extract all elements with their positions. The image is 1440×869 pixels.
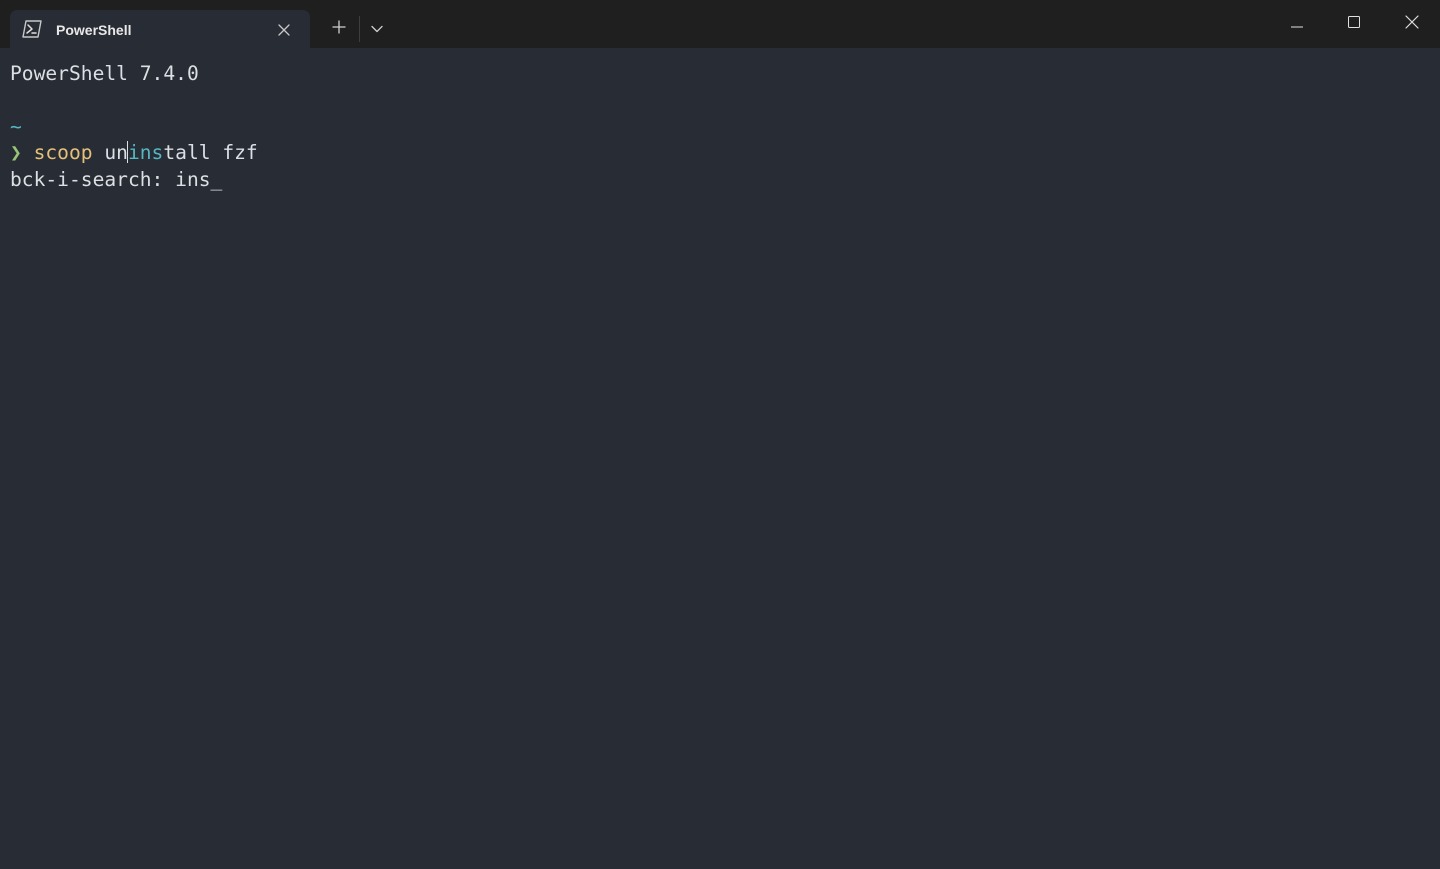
plus-icon xyxy=(332,19,346,39)
command-rest: fzf xyxy=(210,141,258,164)
prompt-path: ~ xyxy=(10,115,22,138)
chevron-down-icon xyxy=(371,20,383,38)
powershell-icon xyxy=(22,20,42,38)
terminal-window: PowerShell PowerShell 7.4.0 ~ ❯ scoop un… xyxy=(0,0,1440,869)
command-name: scoop xyxy=(33,141,93,164)
arg-before-match: un xyxy=(104,141,128,164)
new-tab-button[interactable] xyxy=(322,13,356,45)
maximize-icon xyxy=(1347,15,1360,33)
close-tab-icon[interactable] xyxy=(274,20,294,40)
minimize-icon xyxy=(1290,15,1303,33)
search-match: ins xyxy=(127,141,164,164)
close-window-button[interactable] xyxy=(1383,0,1440,48)
title-bar: PowerShell xyxy=(0,0,1440,48)
command-line[interactable]: ❯ scoop uninstall fzf xyxy=(10,140,258,166)
close-icon xyxy=(1404,14,1419,34)
tab-title: PowerShell xyxy=(56,22,132,38)
minimize-button[interactable] xyxy=(1268,0,1325,48)
search-line: bck-i-search: ins_ xyxy=(10,168,223,191)
terminal-output[interactable]: PowerShell 7.4.0 ~ ❯ scoop uninstall fzf… xyxy=(0,48,1440,869)
maximize-button[interactable] xyxy=(1325,0,1382,48)
version-line: PowerShell 7.4.0 xyxy=(10,62,199,85)
tab-dropdown-button[interactable] xyxy=(362,13,392,45)
prompt-char: ❯ xyxy=(10,141,22,164)
tab-powershell[interactable]: PowerShell xyxy=(10,10,310,48)
tab-separator xyxy=(359,16,360,42)
arg-after-match: tall xyxy=(163,141,211,164)
